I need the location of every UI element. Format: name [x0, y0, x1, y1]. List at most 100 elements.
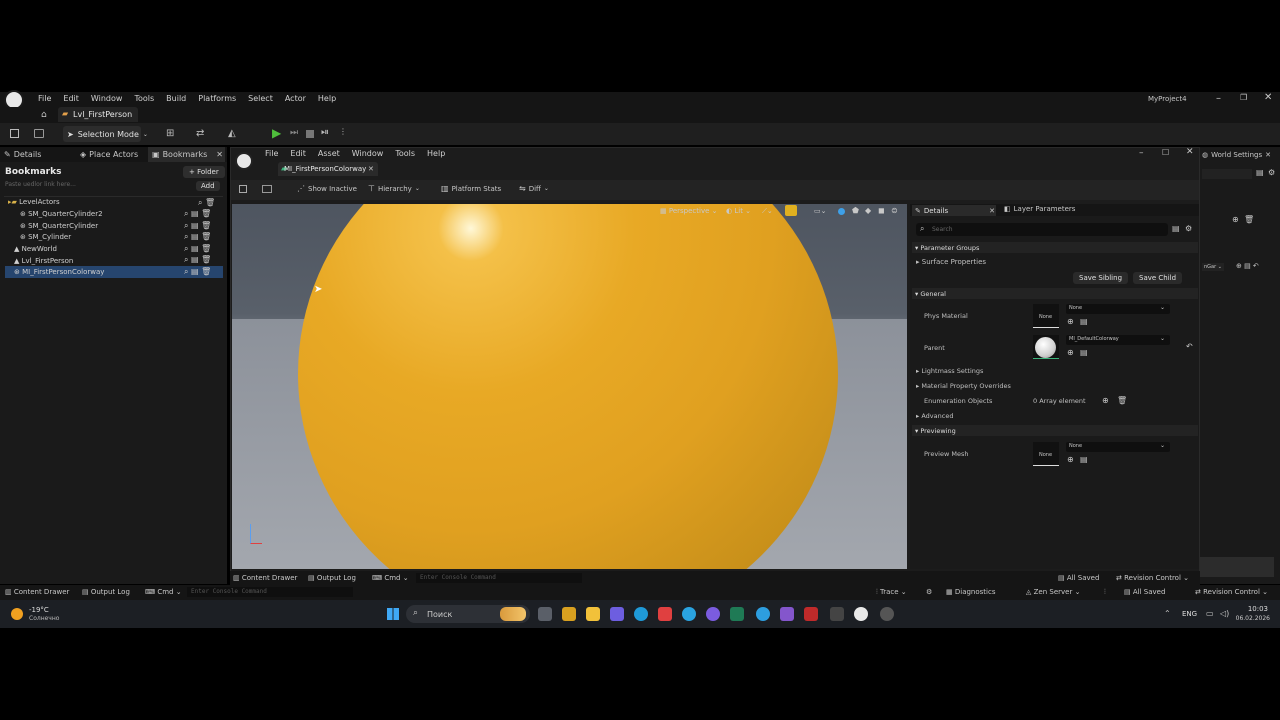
menu-file[interactable]: File — [38, 94, 51, 103]
unreal-logo-icon[interactable] — [235, 152, 253, 170]
phys-material-dropdown[interactable]: None ⌄ — [1066, 304, 1170, 314]
launch-icon[interactable]: ⏯ — [321, 127, 329, 138]
app-icon[interactable] — [804, 607, 818, 621]
search-icon[interactable]: ⌕ ▤ 🗑 — [184, 254, 211, 266]
clock-time[interactable]: 10:03 — [1226, 605, 1268, 613]
tab-place-actors[interactable]: ◈ Place Actors — [80, 147, 138, 162]
output-log-button[interactable]: ▤ Output Log — [308, 574, 356, 582]
reset-icon[interactable]: ↶ — [1186, 342, 1193, 351]
settings-gear-icon[interactable]: ⚙ — [1185, 224, 1192, 233]
cmd-dropdown[interactable]: ⌨ Cmd ⌄ — [145, 588, 182, 596]
tree-item-levelactors[interactable]: ▸▰ LevelActors — [8, 198, 60, 206]
general-header[interactable] — [912, 288, 1198, 299]
all-saved-indicator[interactable]: ▤ All Saved — [1124, 588, 1165, 596]
realtime-icon[interactable] — [785, 205, 797, 216]
yandex-browser-icon[interactable] — [658, 607, 672, 621]
use-selected-icon[interactable]: ⊕ — [1067, 348, 1074, 357]
trash-icon[interactable]: 🗑 — [1244, 215, 1254, 224]
app-icon[interactable] — [880, 607, 894, 621]
browse-asset-icon[interactable]: ▤ — [1080, 317, 1088, 326]
menu-build[interactable]: Build — [166, 94, 186, 103]
selection-mode-dropdown[interactable]: ➤ Selection Mode ⌄ — [63, 126, 148, 142]
preview-mesh-dropdown[interactable]: None ⌄ — [1066, 442, 1170, 452]
cube-mesh-icon[interactable]: ◼ — [878, 206, 885, 215]
editor-menu-window[interactable]: Window — [352, 149, 384, 158]
cylinder-mesh-icon[interactable]: ⬟ — [852, 206, 859, 215]
visual-studio-icon[interactable] — [780, 607, 794, 621]
add-element-icon[interactable]: ⊕ — [1102, 396, 1109, 405]
all-saved-indicator[interactable]: ▤ All Saved — [1058, 574, 1099, 582]
menu-window[interactable]: Window — [91, 94, 123, 103]
menu-platforms[interactable]: Platforms — [198, 94, 236, 103]
menu-select[interactable]: Select — [248, 94, 273, 103]
maximize-icon[interactable]: ❐ — [1240, 93, 1247, 102]
editor-maximize-icon[interactable]: ☐ — [1162, 148, 1169, 157]
platform-stats-button[interactable]: ▥ Platform Stats — [441, 184, 501, 193]
menu-edit[interactable]: Edit — [63, 94, 79, 103]
edge-browser-icon[interactable] — [634, 607, 648, 621]
plane-mesh-icon[interactable]: ◆ — [865, 206, 871, 215]
search-icon[interactable]: ⌕ ▤ 🗑 — [184, 243, 211, 255]
previewing-label[interactable]: ▾ Previewing — [915, 427, 956, 435]
material-overrides-row[interactable]: ▸ Material Property Overrides — [916, 382, 1011, 390]
tree-item-mi-firstpersoncolorway[interactable]: ⊛ MI_FirstPersonColorway — [14, 268, 104, 276]
reset-icon[interactable]: ⊕ ▤ ↶ — [1236, 262, 1259, 270]
windows-start-icon[interactable] — [387, 608, 399, 620]
diff-button[interactable]: ⇋ Diff ⌄ — [519, 184, 549, 193]
minimize-icon[interactable]: – — [1216, 93, 1221, 104]
settings-gear-icon[interactable]: ⚙ — [1268, 168, 1275, 177]
save-sibling-button[interactable]: Save Sibling — [1073, 272, 1129, 284]
revision-control-button[interactable]: ⇄ Revision Control ⌄ — [1195, 588, 1268, 596]
weather-sun-icon[interactable] — [11, 608, 23, 620]
trace-dropdown[interactable]: ⫶ Trace ⌄ — [876, 588, 907, 597]
editor-menu-help[interactable]: Help — [427, 149, 445, 158]
epic-games-icon[interactable] — [830, 607, 844, 621]
editor-menu-edit[interactable]: Edit — [290, 149, 306, 158]
source-control-icon[interactable]: ⫶ — [1104, 588, 1106, 597]
tree-item-cylinder[interactable]: ⊛ SM_Cylinder — [20, 233, 71, 241]
use-selected-icon[interactable]: ⊕ — [1067, 317, 1074, 326]
app-icon[interactable] — [610, 607, 624, 621]
tree-item-quartercylinder2[interactable]: ⊛ SM_QuarterCylinder2 — [20, 210, 103, 218]
save-icon[interactable] — [239, 185, 247, 193]
clock-date[interactable]: 06.02.2026 — [1226, 615, 1270, 622]
search-input[interactable] — [1202, 169, 1252, 179]
search-icon[interactable]: ⌕ ▤ 🗑 — [184, 220, 211, 232]
tab-details[interactable]: ✎ Details — [4, 147, 41, 162]
show-inactive-button[interactable]: ⋰ Show Inactive — [297, 184, 357, 193]
hierarchy-button[interactable]: ⊤ Hierarchy ⌄ — [368, 184, 420, 193]
settings-gear-icon[interactable]: ⚙ — [926, 588, 932, 596]
lit-dropdown[interactable]: ◐ Lit ⌄ — [726, 207, 751, 215]
tree-item-lvl-firstperson[interactable]: ▲ Lvl_FirstPerson — [14, 257, 73, 265]
search-icon[interactable]: ⌕ ▤ 🗑 — [184, 231, 211, 243]
app-icon[interactable] — [756, 607, 770, 621]
add-actor-icon[interactable]: ⊞ — [166, 128, 174, 139]
lightmass-settings-row[interactable]: ▸ Lightmass Settings — [916, 367, 983, 375]
search-icon[interactable]: ⌕ ▤ 🗑 — [184, 208, 211, 220]
close-tab-icon[interactable]: ✕ — [368, 165, 374, 173]
tab-bookmarks[interactable]: ▣ Bookmarks ✕ — [148, 147, 225, 162]
unreal-editor-icon[interactable] — [854, 607, 868, 621]
general-label[interactable]: ▾ General — [915, 290, 946, 298]
close-tab-icon[interactable]: ✕ — [989, 207, 995, 215]
output-log-button[interactable]: ▤ Output Log — [82, 588, 130, 596]
search-icon[interactable]: ⌕ ▤ 🗑 — [184, 266, 211, 278]
browse-asset-icon[interactable]: ▤ — [1080, 348, 1088, 357]
menu-tools[interactable]: Tools — [134, 94, 154, 103]
menu-help[interactable]: Help — [318, 94, 336, 103]
parent-dropdown[interactable]: MI_DefaultColorway ⌄ — [1066, 335, 1170, 345]
material-preview-viewport[interactable]: ▦ Perspective ⌄ ◐ Lit ⌄ ⟋⌄ ▭⌄ ⬟ ◆ ◼ ⊜ ➤ — [232, 204, 907, 569]
parameter-groups-label[interactable]: ▾ Parameter Groups — [915, 244, 979, 252]
add-folder-button[interactable]: + Folder — [183, 166, 225, 178]
taskbar-search[interactable]: ⌕ Поиск — [406, 605, 530, 623]
tree-item-quartercylinder[interactable]: ⊛ SM_QuarterCylinder — [20, 222, 98, 230]
editor-menu-tools[interactable]: Tools — [395, 149, 415, 158]
close-icon[interactable]: ✕ — [1264, 92, 1272, 103]
use-selected-icon[interactable]: ⊕ — [1067, 455, 1074, 464]
cmd-dropdown[interactable]: ⌨ Cmd ⌄ — [372, 574, 409, 582]
surface-properties-row[interactable]: ▸ Surface Properties — [916, 258, 986, 266]
editor-menu-file[interactable]: File — [265, 149, 278, 158]
menu-actor[interactable]: Actor — [285, 94, 306, 103]
trash-icon[interactable]: 🗑 — [1117, 396, 1127, 405]
tree-item-newworld[interactable]: ▲ NewWorld — [14, 245, 57, 253]
